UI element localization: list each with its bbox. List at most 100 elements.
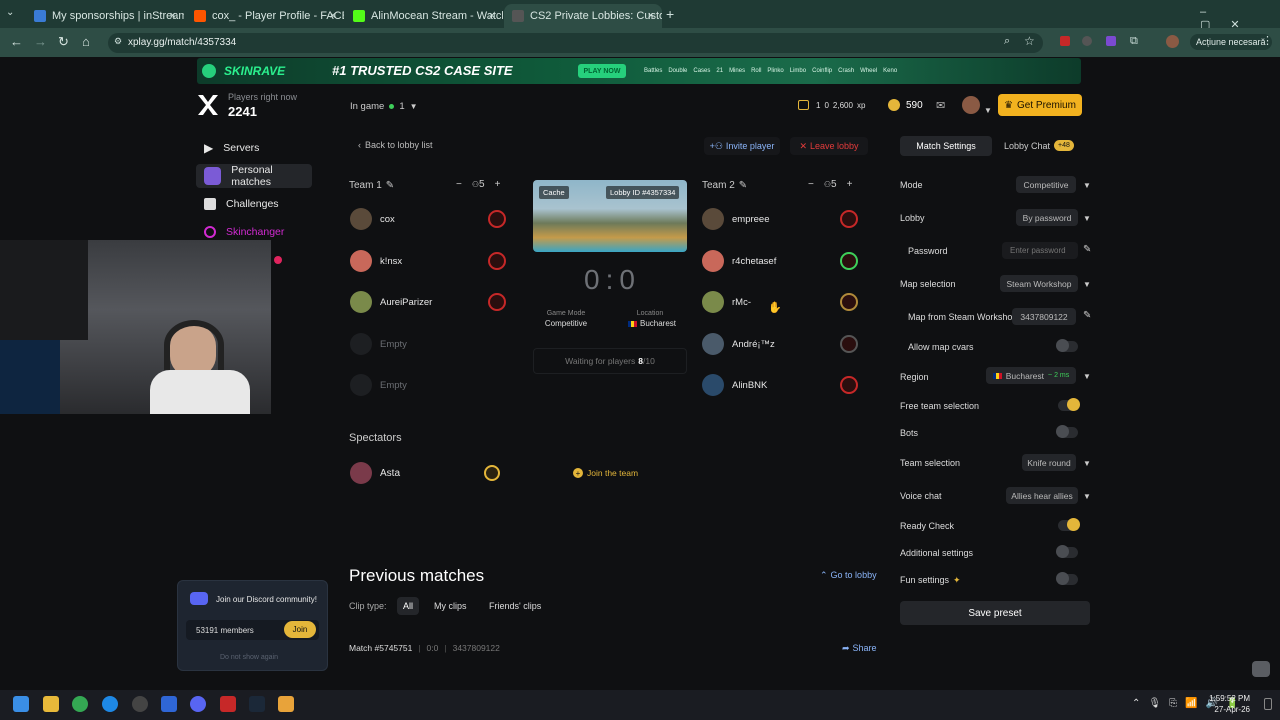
chrome-icon[interactable] — [72, 696, 88, 712]
obs-icon[interactable] — [132, 696, 148, 712]
windows-start-icon[interactable] — [13, 696, 29, 712]
player-name[interactable]: cox — [380, 214, 395, 225]
share-button[interactable]: ➦ Share — [842, 643, 877, 654]
minus-icon[interactable]: − — [456, 179, 462, 190]
sidebar-item-servers[interactable]: ▶ Servers — [196, 136, 312, 160]
notifications-icon[interactable] — [1264, 698, 1272, 710]
discord-taskbar-icon[interactable] — [190, 696, 206, 712]
invite-player-button[interactable]: +⚇ Invite player — [704, 137, 780, 155]
clip-filter-my[interactable]: My clips — [434, 601, 467, 611]
leave-lobby-button[interactable]: ✕ Leave lobby — [790, 137, 868, 155]
map-selection-select[interactable]: Steam Workshop — [1000, 275, 1078, 292]
cvars-toggle[interactable] — [1056, 339, 1078, 352]
avatar[interactable] — [350, 462, 372, 484]
site-info-icon[interactable]: ⚙ — [114, 36, 122, 47]
bookmark-star-icon[interactable]: ☆ — [1024, 34, 1035, 48]
browser-tab[interactable]: AlinMocean Stream - Watch Li× — [345, 4, 503, 28]
mode-select[interactable]: Competitive — [1016, 176, 1076, 193]
ready-check-toggle[interactable] — [1058, 518, 1080, 531]
extension-icon[interactable] — [1106, 36, 1116, 46]
file-explorer-icon[interactable] — [43, 696, 59, 712]
sidebar-item-personal-matches[interactable]: Personal matches — [196, 164, 312, 188]
close-icon[interactable]: × — [170, 10, 176, 22]
player-name[interactable]: r4chetasef — [732, 256, 776, 267]
fun-settings-toggle[interactable] — [1056, 572, 1078, 585]
avatar[interactable] — [702, 249, 724, 272]
spectator-name[interactable]: Asta — [380, 468, 400, 479]
extension-icon[interactable] — [1082, 36, 1092, 46]
join-team-button[interactable]: + Join the team — [573, 468, 638, 478]
app-icon[interactable] — [161, 696, 177, 712]
sidebar-item-challenges[interactable]: Challenges — [196, 192, 312, 216]
app-icon[interactable] — [102, 696, 118, 712]
match-row[interactable]: Match #5745751 | 0:0 | 3437809122 — [349, 643, 500, 653]
discord-join-button[interactable]: Join — [284, 621, 316, 638]
home-icon[interactable]: ⌂ — [82, 34, 90, 49]
reload-icon[interactable]: ↻ — [58, 34, 69, 50]
team1-size-stepper[interactable]: − ⚇5 + — [456, 179, 500, 190]
clip-filter-all[interactable]: All — [397, 597, 420, 615]
password-field[interactable] — [1002, 242, 1078, 259]
chevron-down-icon[interactable]: ▼ — [1083, 214, 1091, 223]
chat-bubble-icon[interactable] — [1252, 661, 1270, 677]
additional-settings-toggle[interactable] — [1056, 545, 1078, 558]
player-name[interactable]: AureiParizer — [380, 297, 432, 308]
avatar[interactable] — [702, 374, 724, 396]
mail-icon[interactable]: ✉ — [936, 99, 945, 112]
user-avatar[interactable] — [962, 96, 980, 114]
workshop-id-field[interactable]: 3437809122 — [1012, 308, 1076, 325]
back-to-lobby-list-link[interactable]: ‹ Back to lobby list — [358, 140, 433, 150]
browser-tab[interactable]: My sponsorships | inStreamly × — [26, 4, 184, 28]
lobby-access-select[interactable]: By password — [1016, 209, 1078, 226]
chevron-down-icon[interactable]: ▼ — [984, 100, 992, 118]
region-select[interactable]: Bucharest ~ 2 ms — [986, 367, 1076, 384]
player-name[interactable]: rMc- — [732, 297, 751, 308]
minus-icon[interactable]: − — [808, 179, 814, 190]
forward-icon[interactable]: → — [34, 34, 47, 49]
chevron-down-icon[interactable]: ▼ — [1083, 459, 1091, 468]
avatar[interactable] — [702, 291, 724, 313]
browser-tab[interactable]: cox_ - Player Profile - FACEIT.c× — [186, 4, 344, 28]
banner-cta-button[interactable]: PLAY NOW — [578, 64, 626, 78]
extension-icon[interactable] — [1060, 36, 1070, 46]
clip-filter-friends[interactable]: Friends' clips — [489, 601, 541, 611]
chevron-down-icon[interactable]: ▼ — [1083, 372, 1091, 381]
voice-chat-select[interactable]: Allies hear allies — [1006, 487, 1078, 504]
new-tab-button[interactable]: + — [666, 6, 674, 22]
chevron-down-icon[interactable]: ▼ — [1083, 280, 1091, 289]
save-preset-button[interactable]: Save preset — [900, 601, 1090, 625]
discord-dismiss-link[interactable]: Do not show again — [220, 654, 278, 661]
plus-icon[interactable]: + — [495, 179, 501, 190]
zoom-icon[interactable]: ⌕ — [1004, 35, 1010, 48]
edit-pencil-icon[interactable]: ✎ — [739, 180, 747, 191]
address-bar[interactable] — [108, 33, 1043, 53]
avatar[interactable] — [702, 208, 724, 230]
tab-search-icon[interactable]: ⌄ — [6, 7, 14, 18]
close-icon[interactable]: × — [330, 10, 336, 22]
player-name[interactable]: k!nsx — [380, 256, 402, 267]
ad-banner[interactable] — [197, 58, 1081, 84]
tab-lobby-chat[interactable]: Lobby Chat +48 — [1004, 140, 1074, 151]
edit-pencil-icon[interactable]: ✎ — [1083, 244, 1091, 255]
status-dropdown[interactable]: In game 1 ▼ — [350, 97, 418, 115]
close-icon[interactable]: × — [648, 10, 654, 22]
profile-avatar[interactable] — [1166, 35, 1179, 48]
go-to-lobby-link[interactable]: ⌃ Go to lobby — [820, 570, 877, 581]
edit-pencil-icon[interactable]: ✎ — [386, 180, 394, 191]
avatar[interactable] — [702, 332, 724, 355]
avatar[interactable] — [350, 208, 372, 230]
menu-kebab-icon[interactable]: ⋮ — [1262, 34, 1273, 47]
edit-pencil-icon[interactable]: ✎ — [1083, 310, 1091, 321]
plus-icon[interactable]: + — [847, 179, 853, 190]
steam-icon[interactable] — [249, 696, 265, 712]
close-icon[interactable]: × — [489, 10, 495, 22]
faceit-icon[interactable] — [220, 696, 236, 712]
app-icon[interactable] — [278, 696, 294, 712]
player-name[interactable]: André¡™z — [732, 339, 775, 350]
bots-toggle[interactable] — [1056, 425, 1078, 438]
player-name[interactable]: empreee — [732, 214, 770, 225]
free-team-toggle[interactable] — [1058, 398, 1080, 411]
avatar[interactable] — [350, 249, 372, 272]
browser-tab-active[interactable]: CS2 Private Lobbies: Custom M× — [504, 4, 662, 28]
get-premium-button[interactable]: ♛ Get Premium — [998, 94, 1082, 116]
